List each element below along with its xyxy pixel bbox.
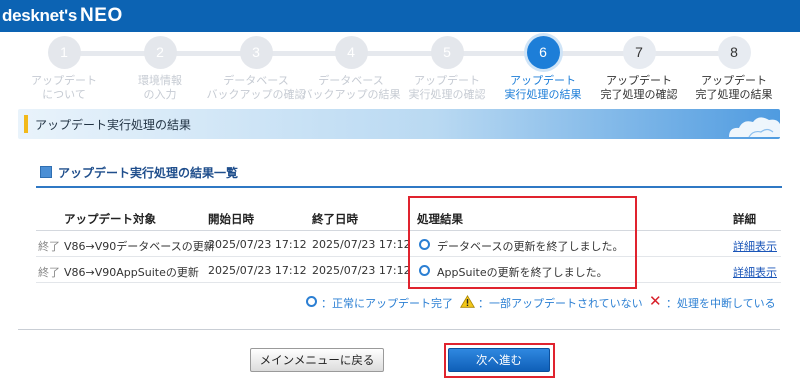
step-5: 5 アップデート 実行処理の確認 bbox=[392, 36, 502, 102]
legend-ok-text: ：正常にアップデート完了 bbox=[321, 297, 453, 310]
result-column-highlight bbox=[408, 196, 637, 289]
step-8-label-line2: 完了処理の結果 bbox=[695, 88, 773, 101]
col-header-target: アップデート対象 bbox=[64, 212, 156, 226]
step-7: 7 アップデート 完了処理の確認 bbox=[584, 36, 694, 102]
row-status: 終了 bbox=[38, 266, 60, 279]
step-3-label-line2: バックアップの確認 bbox=[206, 88, 306, 101]
warning-triangle-icon bbox=[460, 295, 475, 308]
col-header-start: 開始日時 bbox=[208, 212, 254, 226]
row-end-time: 2025/07/23 17:12 bbox=[312, 264, 411, 277]
step-1-label-line2: について bbox=[42, 88, 86, 101]
step-8: 8 アップデート 完了処理の結果 bbox=[679, 36, 789, 102]
app-logo: desknet's NEO bbox=[2, 5, 123, 27]
next-button[interactable]: 次へ進む bbox=[448, 348, 550, 372]
section-square-icon bbox=[40, 166, 52, 178]
bottom-divider bbox=[18, 329, 780, 330]
step-6-label-line1: アップデート bbox=[510, 74, 576, 87]
row-end-time: 2025/07/23 17:12 bbox=[312, 238, 411, 251]
step-6-label-line2: 実行処理の結果 bbox=[504, 88, 582, 101]
step-7-label-line1: アップデート bbox=[606, 74, 672, 87]
step-1: 1 アップデート について bbox=[9, 36, 119, 102]
step-5-number: 5 bbox=[430, 36, 464, 69]
cloud-decoration-icon bbox=[729, 117, 790, 138]
logo-main-text: desknet's bbox=[2, 6, 78, 25]
legend-ng-text: ：処理を中断している bbox=[666, 297, 776, 310]
step-1-label-line1: アップデート bbox=[31, 74, 97, 87]
step-7-label-line2: 完了処理の確認 bbox=[600, 88, 678, 101]
step-2-label-line1: 環境情報 bbox=[138, 74, 182, 87]
step-8-label-line1: アップデート bbox=[701, 74, 767, 87]
step-3-number: 3 bbox=[239, 36, 273, 69]
step-3: 3 データベース バックアップの確認 bbox=[201, 36, 311, 102]
row-status: 終了 bbox=[38, 240, 60, 253]
step-2-label-line2: の入力 bbox=[143, 88, 177, 101]
step-6: 6 アップデート 実行処理の結果 bbox=[488, 36, 598, 102]
step-2: 2 環境情報 の入力 bbox=[105, 36, 215, 102]
step-5-label-line1: アップデート bbox=[414, 74, 480, 87]
section-divider bbox=[36, 186, 782, 188]
app-header: desknet's NEO bbox=[0, 0, 800, 32]
step-1-number: 1 bbox=[47, 36, 81, 69]
logo-sub-text: NEO bbox=[80, 5, 123, 26]
error-cross-icon: ✕ bbox=[649, 292, 662, 310]
row-target: V86→V90AppSuiteの更新 bbox=[64, 266, 199, 279]
back-to-main-menu-button[interactable]: メインメニューに戻る bbox=[250, 348, 384, 372]
step-4-label-line2: バックアップの結果 bbox=[301, 88, 401, 101]
page-title: アップデート実行処理の結果 bbox=[35, 118, 192, 132]
col-header-end: 終了日時 bbox=[312, 212, 358, 226]
step-3-label-line1: データベース bbox=[223, 74, 289, 87]
title-accent-bar bbox=[24, 115, 28, 133]
col-header-detail: 詳細 bbox=[733, 212, 756, 226]
step-4: 4 データベース バックアップの結果 bbox=[296, 36, 406, 102]
row-target: V86→V90データベースの更新 bbox=[64, 240, 215, 253]
legend-warn-text: ：一部アップデートされていない bbox=[478, 297, 643, 310]
page-title-bar: アップデート実行処理の結果 bbox=[18, 109, 790, 139]
step-5-label-line2: 実行処理の確認 bbox=[408, 88, 486, 101]
step-4-number: 4 bbox=[334, 36, 368, 69]
detail-link[interactable]: 詳細表示 bbox=[733, 238, 777, 254]
detail-link[interactable]: 詳細表示 bbox=[733, 264, 777, 280]
success-circle-icon bbox=[306, 296, 317, 307]
step-2-number: 2 bbox=[143, 36, 177, 69]
result-list-title: アップデート実行処理の結果一覧 bbox=[58, 166, 239, 180]
row-start-time: 2025/07/23 17:12 bbox=[208, 264, 307, 277]
step-8-number: 8 bbox=[717, 36, 751, 69]
row-start-time: 2025/07/23 17:12 bbox=[208, 238, 307, 251]
step-7-number: 7 bbox=[622, 36, 656, 69]
step-6-number: 6 bbox=[526, 36, 560, 69]
step-4-label-line1: データベース bbox=[318, 74, 384, 87]
